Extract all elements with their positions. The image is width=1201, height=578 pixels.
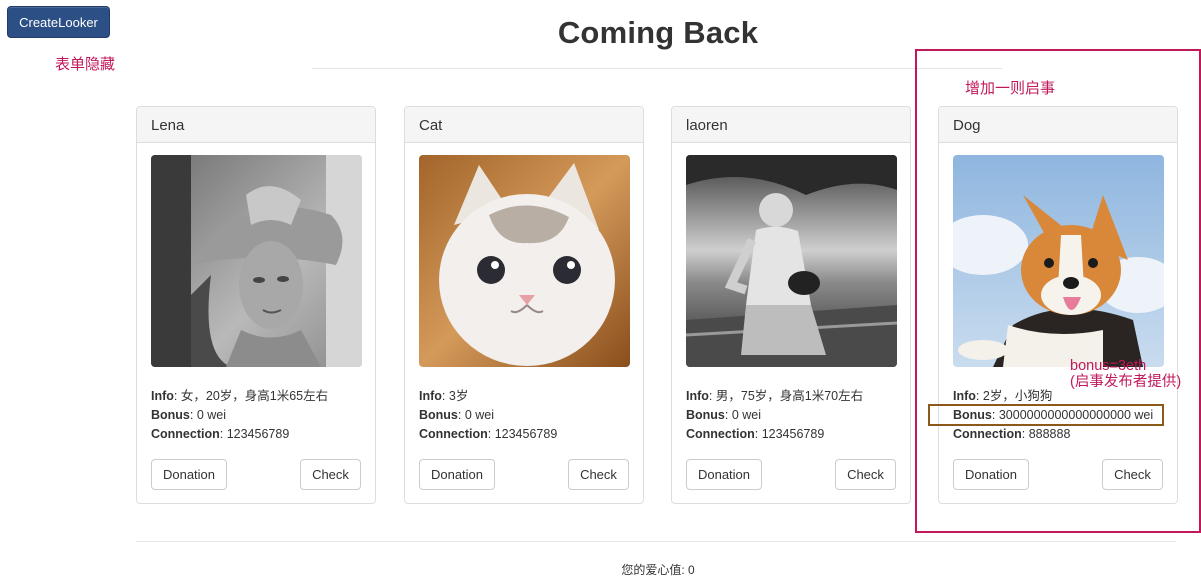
bonus-highlight xyxy=(928,404,1164,426)
bonus-value: 0 wei xyxy=(196,408,227,422)
love-value-label: 您的爱心值: 0 xyxy=(621,563,695,577)
donation-button[interactable]: Donation xyxy=(419,459,495,490)
check-button[interactable]: Check xyxy=(835,459,896,490)
connection-value: 123456789 xyxy=(494,427,558,441)
add-notice-note: 增加一则启事 xyxy=(965,80,1056,97)
card-details: Info: 3岁 Bonus: 0 wei Connection: 123456… xyxy=(419,389,558,441)
looker-card-cat: Cat Info: 3岁 Bonus: 0 wei Connection: 12… xyxy=(404,106,644,504)
info-value: 女，20岁，身高1米65左右 xyxy=(180,389,329,403)
title-divider xyxy=(312,68,1002,69)
donation-button[interactable]: Donation xyxy=(686,459,762,490)
check-button[interactable]: Check xyxy=(568,459,629,490)
info-value: 2岁，小狗狗 xyxy=(982,389,1053,403)
elderly-man-photo xyxy=(686,155,897,367)
bonus-value: 0 wei xyxy=(731,408,762,422)
check-button[interactable]: Check xyxy=(300,459,361,490)
card-title: Dog xyxy=(939,107,1177,143)
info-value: 3岁 xyxy=(448,389,469,403)
looker-card-dog: Dog Info: 2岁，小狗狗 Bonus: 3000000000000000… xyxy=(938,106,1178,504)
check-button[interactable]: Check xyxy=(1102,459,1163,490)
kitten-photo xyxy=(419,155,630,367)
corgi-photo xyxy=(953,155,1164,367)
form-hidden-note: 表单隐藏 xyxy=(55,56,116,73)
looker-card-lena: Lena Info: 女，20岁，身高1米65左右 Bonus: 0 wei C… xyxy=(136,106,376,504)
card-details: Info: 男，75岁，身高1米70左右 Bonus: 0 wei Connec… xyxy=(686,389,864,441)
looker-card-laoren: laoren Info: 男，75岁，身高1米70左右 Bonus: 0 wei… xyxy=(671,106,911,504)
donation-button[interactable]: Donation xyxy=(953,459,1029,490)
connection-value: 888888 xyxy=(1028,427,1071,441)
donation-button[interactable]: Donation xyxy=(151,459,227,490)
connection-value: 123456789 xyxy=(761,427,825,441)
card-title: Cat xyxy=(405,107,643,143)
card-details: Info: 女，20岁，身高1米65左右 Bonus: 0 wei Connec… xyxy=(151,389,329,441)
card-title: Lena xyxy=(137,107,375,143)
footer-divider xyxy=(136,541,1176,542)
bonus-value: 0 wei xyxy=(464,408,495,422)
connection-value: 123456789 xyxy=(226,427,290,441)
bonus-annotation: bonus=3eth (启事发布者提供) xyxy=(1070,358,1182,390)
portrait-photo xyxy=(151,155,362,367)
card-title: laoren xyxy=(672,107,910,143)
info-value: 男，75岁，身高1米70左右 xyxy=(715,389,864,403)
page-title: Coming Back xyxy=(557,15,759,50)
